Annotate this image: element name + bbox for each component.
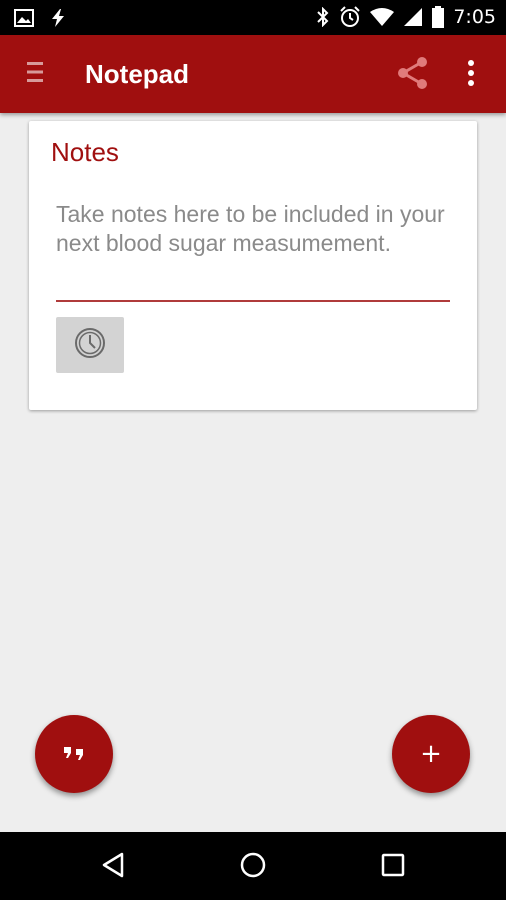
navigation-bar <box>0 832 506 900</box>
quote-icon <box>63 744 85 765</box>
home-icon <box>239 851 267 884</box>
quote-fab[interactable] <box>35 715 113 793</box>
wifi-icon <box>370 7 395 27</box>
battery-icon <box>432 6 445 28</box>
more-options-button[interactable] <box>456 55 486 95</box>
clock-icon <box>73 326 107 365</box>
more-vert-icon <box>467 59 475 91</box>
add-icon: + <box>420 739 442 769</box>
status-right: 7:05 <box>316 6 496 28</box>
notes-card: Notes Take notes here to be included in … <box>29 121 477 410</box>
menu-button[interactable] <box>18 57 52 91</box>
time-button[interactable] <box>56 317 124 373</box>
note-input-placeholder: Take notes here to be included in your n… <box>56 201 445 256</box>
share-icon <box>396 56 430 95</box>
app-bar: Notepad <box>0 35 506 113</box>
share-button[interactable] <box>393 55 433 95</box>
alarm-icon <box>339 6 361 28</box>
recents-button[interactable] <box>376 850 410 884</box>
status-bar: 7:05 <box>0 0 506 35</box>
home-button[interactable] <box>236 850 270 884</box>
bluetooth-icon <box>316 7 330 27</box>
notes-card-title: Notes <box>51 137 119 167</box>
back-button[interactable] <box>96 850 130 884</box>
status-left <box>14 8 68 28</box>
add-note-fab[interactable]: + <box>392 715 470 793</box>
signal-icon <box>403 7 423 27</box>
recents-icon <box>380 852 406 883</box>
menu-icon <box>27 61 43 88</box>
lightning-icon <box>48 8 68 28</box>
back-icon <box>100 851 126 884</box>
status-time: 7:05 <box>453 6 496 28</box>
image-icon <box>14 9 34 27</box>
note-input[interactable]: Take notes here to be included in your n… <box>56 200 450 302</box>
page-title: Notepad <box>85 59 189 89</box>
